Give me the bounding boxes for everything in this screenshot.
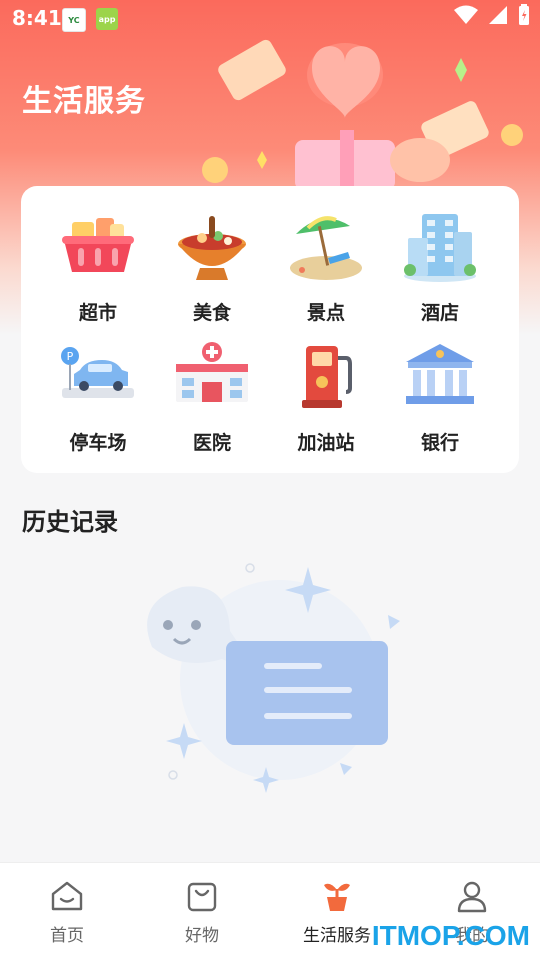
hospital-icon	[176, 342, 248, 402]
services-grid: 超市 美食 景点 酒店 P 停车场 医院 加油站 银行	[21, 186, 519, 473]
signal-icon	[489, 6, 507, 24]
svg-text:P: P	[67, 350, 74, 363]
parking-car-icon: P	[61, 347, 134, 398]
service-label: 停车场	[69, 432, 127, 454]
service-label: 医院	[192, 432, 231, 454]
service-item-gas-station[interactable]: 加油站	[266, 338, 386, 455]
user-icon	[457, 881, 487, 913]
status-bar: 8:41 YC app	[0, 0, 540, 36]
tab-home[interactable]: 首页	[7, 879, 127, 946]
home-icon	[51, 881, 83, 911]
bank-icon	[406, 344, 474, 404]
notification-app-icon: YC	[62, 8, 86, 32]
service-item-hotel[interactable]: 酒店	[380, 208, 500, 325]
service-item-supermarket[interactable]: 超市	[38, 208, 158, 325]
service-label: 加油站	[297, 432, 355, 454]
service-label: 酒店	[420, 302, 459, 324]
tab-label: 好物	[185, 926, 219, 946]
service-item-bank[interactable]: 银行	[380, 338, 500, 455]
hotel-building-icon	[404, 214, 476, 282]
history-title: 历史记录	[22, 508, 118, 536]
service-item-food[interactable]: 美食	[152, 208, 272, 325]
sprout-icon	[324, 883, 350, 911]
service-label: 银行	[420, 432, 459, 454]
tab-label: 首页	[50, 926, 84, 946]
empty-history-illustration	[147, 563, 400, 793]
watermark: ITMOP.COM	[371, 920, 530, 951]
notification-app-icon: app	[96, 8, 118, 30]
page-title: 生活服务	[22, 84, 146, 119]
status-time: 8:41	[12, 6, 62, 30]
battery-icon	[519, 4, 529, 25]
beach-umbrella-icon	[290, 216, 362, 280]
hotpot-icon	[178, 216, 246, 280]
service-item-scenic-spot[interactable]: 景点	[266, 208, 386, 325]
system-icons	[454, 4, 530, 26]
wifi-icon	[454, 5, 478, 24]
tab-goods[interactable]: 好物	[142, 879, 262, 946]
shopping-basket-icon	[62, 218, 134, 272]
service-item-parking[interactable]: P 停车场	[38, 338, 158, 455]
gas-pump-icon	[302, 346, 352, 408]
service-label: 美食	[192, 302, 231, 324]
service-label: 超市	[78, 302, 117, 324]
service-item-hospital[interactable]: 医院	[152, 338, 272, 455]
shopping-bag-icon	[187, 882, 217, 912]
service-label: 景点	[306, 302, 345, 324]
